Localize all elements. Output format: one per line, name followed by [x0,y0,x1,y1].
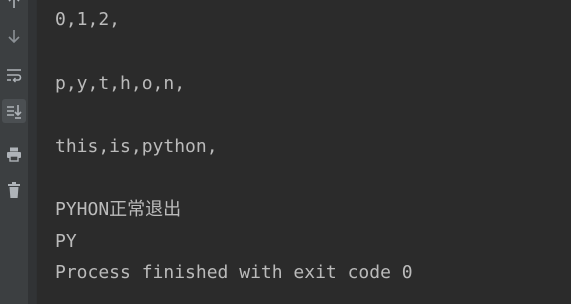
scroll-to-end-icon[interactable] [2,99,26,123]
console-toolbar [0,0,28,304]
process-exit-message: Process finished with exit code 0 [55,262,413,283]
console-line: p,y,t,h,o,n, [55,73,186,94]
print-icon[interactable] [2,142,26,166]
arrow-up-icon[interactable] [2,0,26,14]
console-line: 0,1,2, [55,9,121,30]
console-line: PY [55,231,77,252]
console-line: PYHON正常退出 [55,199,182,220]
run-console-window: 0,1,2, p,y,t,h,o,n, this,is,python, PYHO… [0,0,571,304]
arrow-down-icon[interactable] [2,24,26,48]
console-gutter [28,0,37,304]
soft-wrap-icon[interactable] [2,63,26,87]
trash-icon[interactable] [2,178,26,202]
console-output[interactable]: 0,1,2, p,y,t,h,o,n, this,is,python, PYHO… [37,0,571,304]
console-line: this,is,python, [55,136,218,157]
